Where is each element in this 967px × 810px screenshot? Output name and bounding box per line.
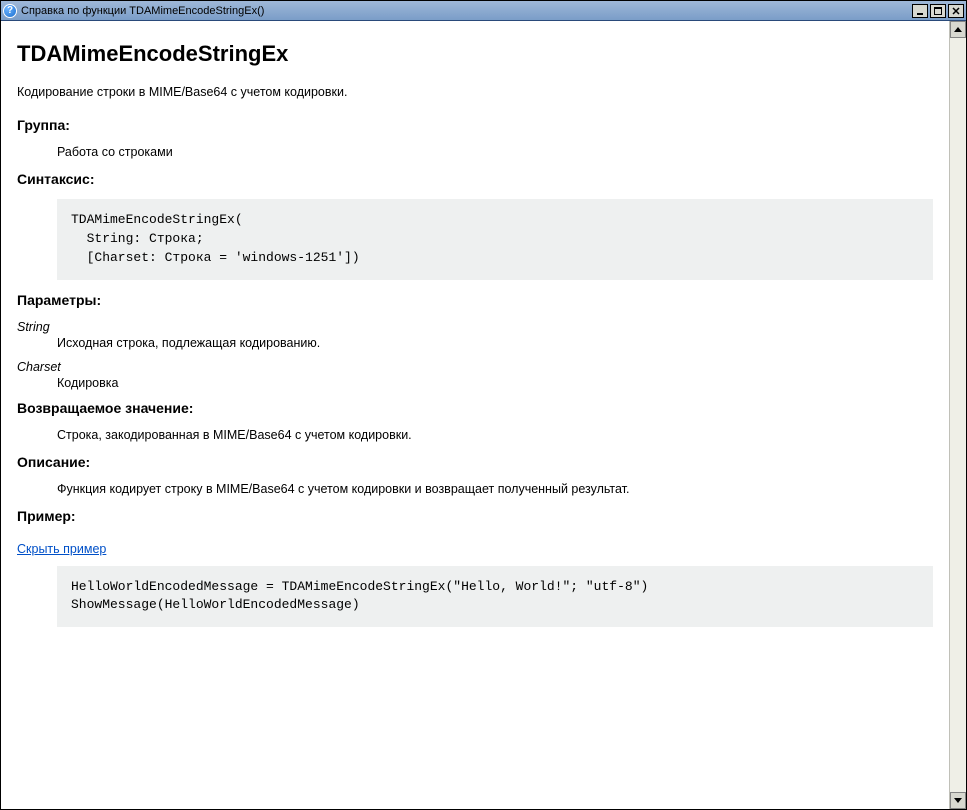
titlebar[interactable]: ? Справка по функции TDAMimeEncodeString… [1,1,966,21]
param-block: Charset Кодировка [17,360,933,390]
return-value: Строка, закодированная в MIME/Base64 с у… [57,428,933,442]
minimize-icon [916,7,924,15]
window-controls [912,4,964,18]
help-window: ? Справка по функции TDAMimeEncodeString… [0,0,967,810]
minimize-button[interactable] [912,4,928,18]
scroll-up-button[interactable] [950,21,966,38]
desc-heading: Описание: [17,454,933,470]
syntax-heading: Синтаксис: [17,171,933,187]
param-desc: Исходная строка, подлежащая кодированию. [57,336,933,350]
syntax-code: TDAMimeEncodeStringEx( String: Строка; [… [57,199,933,280]
param-desc: Кодировка [57,376,933,390]
chevron-up-icon [954,27,962,32]
maximize-button[interactable] [930,4,946,18]
client-area: TDAMimeEncodeStringEx Кодирование строки… [1,21,966,809]
window-title: Справка по функции TDAMimeEncodeStringEx… [21,5,912,17]
params-heading: Параметры: [17,292,933,308]
example-heading: Пример: [17,508,933,524]
vertical-scrollbar[interactable] [949,21,966,809]
group-value: Работа со строками [57,145,933,159]
content-area: TDAMimeEncodeStringEx Кодирование строки… [1,21,949,809]
param-name: Charset [17,360,933,374]
page-title: TDAMimeEncodeStringEx [17,41,933,67]
return-heading: Возвращаемое значение: [17,400,933,416]
example-toggle-link[interactable]: Скрыть пример [17,542,106,556]
desc-value: Функция кодирует строку в MIME/Base64 с … [57,482,933,496]
example-code: HelloWorldEncodedMessage = TDAMimeEncode… [57,566,933,628]
chevron-down-icon [954,798,962,803]
param-block: String Исходная строка, подлежащая кодир… [17,320,933,350]
close-button[interactable] [948,4,964,18]
param-name: String [17,320,933,334]
maximize-icon [934,7,942,15]
close-icon [952,7,960,15]
scroll-down-button[interactable] [950,792,966,809]
help-icon: ? [3,4,17,18]
summary-text: Кодирование строки в MIME/Base64 с учето… [17,85,933,99]
scroll-track[interactable] [950,38,966,792]
group-heading: Группа: [17,117,933,133]
